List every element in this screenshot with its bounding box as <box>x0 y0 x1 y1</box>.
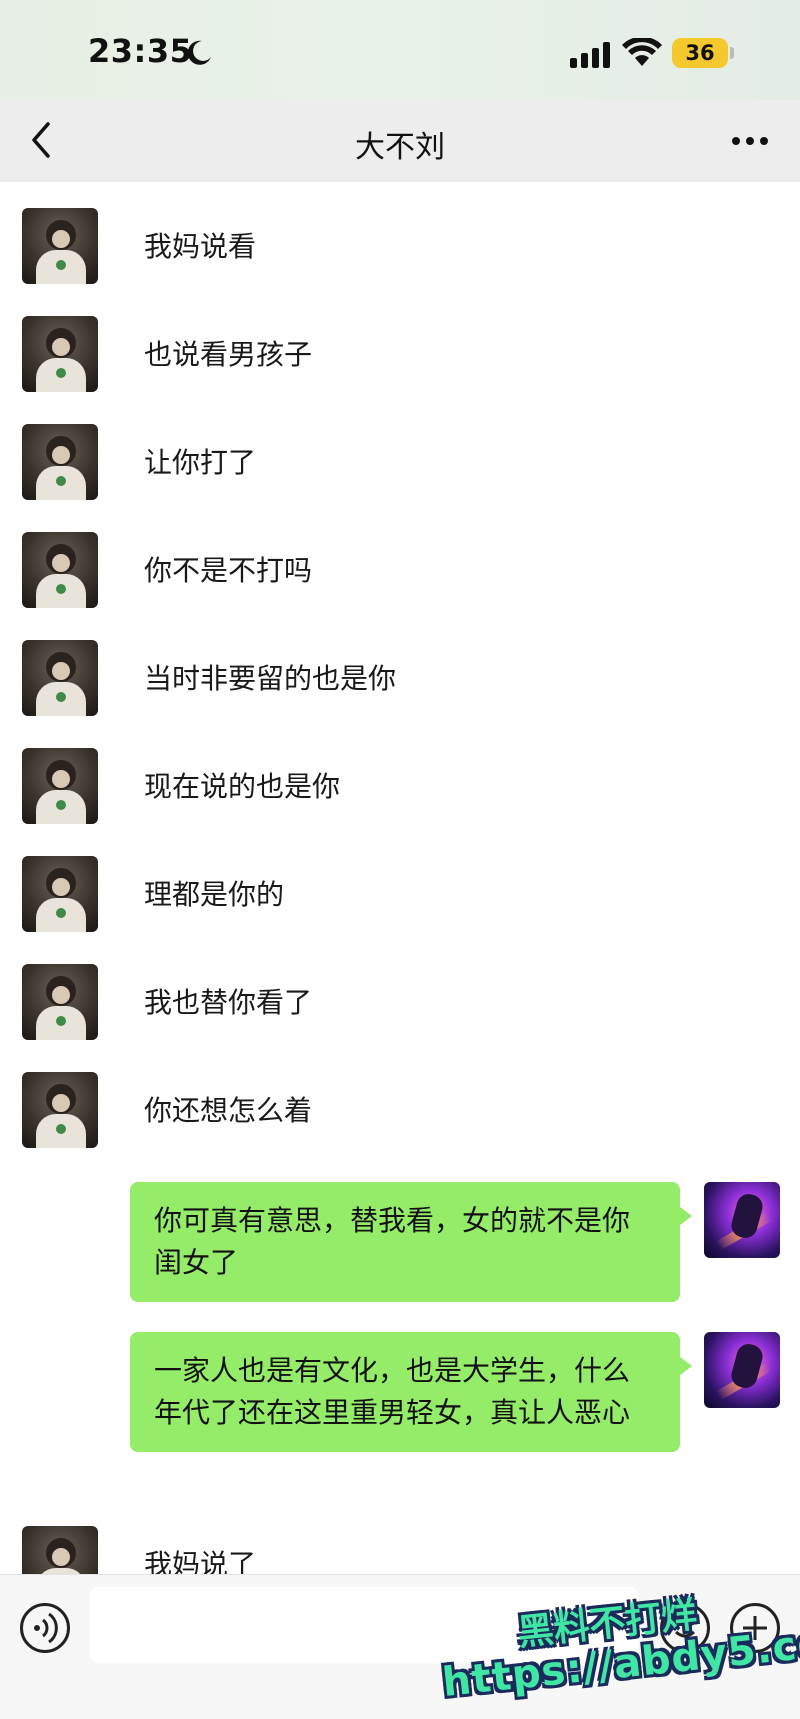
message-text: 让你打了 <box>144 446 257 479</box>
voice-icon <box>34 1612 58 1644</box>
message-text: 你还想怎么着 <box>144 1094 313 1127</box>
message-text: 你不是不打吗 <box>144 554 313 587</box>
contact-avatar[interactable] <box>22 316 98 392</box>
battery-indicator: 36 <box>672 38 728 68</box>
message-text: 我妈说了 <box>144 1548 257 1574</box>
bubble-tail <box>679 1356 692 1376</box>
moon-icon <box>187 40 211 65</box>
contact-avatar[interactable] <box>22 424 98 500</box>
signal-icon <box>570 42 610 68</box>
message-text: 理都是你的 <box>144 878 285 911</box>
message-bubble[interactable]: 你可真有意思，替我看，女的就不是你闺女了 <box>130 1182 692 1302</box>
my-avatar[interactable] <box>704 1182 780 1258</box>
contact-avatar[interactable] <box>22 640 98 716</box>
message-text: 你可真有意思，替我看，女的就不是你闺女了 <box>154 1204 631 1279</box>
contact-avatar[interactable] <box>22 1526 98 1574</box>
message-text: 现在说的也是你 <box>144 770 341 803</box>
message-bubble[interactable]: 一家人也是有文化，也是大学生，什么年代了还在这里重男轻女，真让人恶心 <box>130 1332 692 1452</box>
message-text: 我妈说看 <box>144 230 257 263</box>
contact-avatar[interactable] <box>22 856 98 932</box>
my-avatar[interactable] <box>704 1332 780 1408</box>
status-time: 23:35 <box>88 32 193 70</box>
bubble-tail <box>679 1206 692 1226</box>
contact-avatar[interactable] <box>22 532 98 608</box>
message-text: 也说看男孩子 <box>144 338 313 371</box>
more-dots-icon[interactable] <box>728 124 772 158</box>
battery-tip <box>730 47 734 59</box>
message-text: 我也替你看了 <box>144 986 313 1019</box>
chat-title: 大不刘 <box>355 130 445 165</box>
message-text: 一家人也是有文化，也是大学生，什么年代了还在这里重男轻女，真让人恶心 <box>154 1354 631 1429</box>
contact-avatar[interactable] <box>22 964 98 1040</box>
contact-avatar[interactable] <box>22 1072 98 1148</box>
chat-header: 大不刘 <box>0 100 800 182</box>
status-bar: 23:35 36 <box>0 0 800 100</box>
message-text: 当时非要留的也是你 <box>144 662 397 695</box>
voice-button[interactable] <box>20 1603 70 1653</box>
chat-messages[interactable]: 我妈说看 也说看男孩子 让你打了 你不是不打吗 当时非要留的也是你 现在说的也是… <box>0 182 800 1574</box>
contact-avatar[interactable] <box>22 748 98 824</box>
contact-avatar[interactable] <box>22 208 98 284</box>
wifi-icon <box>622 38 662 66</box>
